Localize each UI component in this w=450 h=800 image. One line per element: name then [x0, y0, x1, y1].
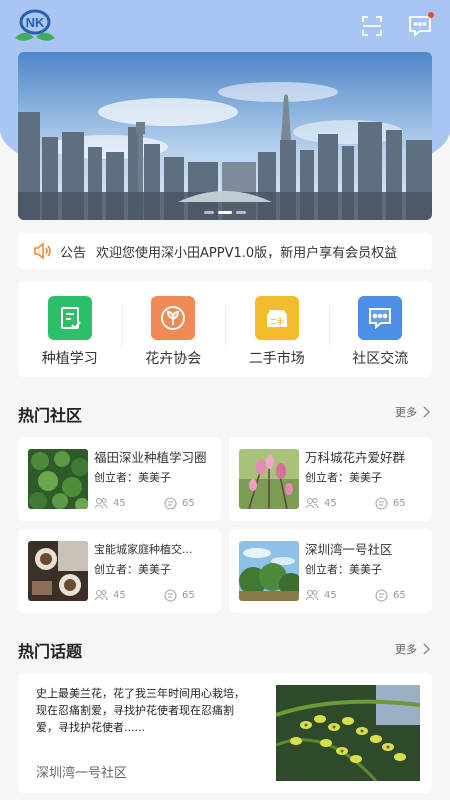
community-name: 福田深业种植学习圈: [94, 450, 207, 465]
community-name: 宝能城家庭种植交...: [94, 543, 193, 556]
community-thumbnail: [28, 541, 88, 601]
community-chat-icon: [358, 296, 403, 340]
members-stat: 45: [94, 589, 126, 601]
topic-card[interactable]: 史上最美兰花，花了我三年时间用心栽培， 现在忍痛割爱，寻找护花使者现在忍痛割 爱…: [18, 673, 432, 793]
more-label: 更多: [395, 406, 417, 419]
posts-stat: 65: [375, 497, 406, 510]
posts-stat: 65: [375, 589, 406, 602]
hot-communities-title: 热门社区: [18, 406, 83, 425]
city-skyline-image: [18, 52, 432, 220]
posts-count: 65: [393, 498, 406, 509]
community-thumbnail: [239, 541, 299, 601]
community-card[interactable]: 万科城花卉爱好群 创立者：美美子 45 65: [229, 437, 432, 521]
members-icon: [94, 589, 108, 601]
community-card[interactable]: 宝能城家庭种植交... 创立者：美美子 45 65: [18, 529, 221, 613]
community-thumbnail: [239, 449, 299, 509]
topic-text-line: 史上最美兰花，花了我三年时间用心栽培，: [36, 687, 245, 700]
community-name: 万科城花卉爱好群: [305, 450, 406, 465]
announcement-bar[interactable]: 公告 欢迎您使用深小田APPV1.0版，新用户享有会员权益: [18, 233, 432, 269]
announcement-label: 公告: [60, 245, 87, 261]
community-founder: 创立者：美美子: [94, 563, 171, 576]
posts-count: 65: [182, 590, 195, 601]
community-card[interactable]: 深圳湾一号社区 创立者：美美子 45 65: [229, 529, 432, 613]
members-count: 45: [113, 589, 126, 601]
members-count: 45: [324, 589, 337, 601]
flower-association-icon: [151, 296, 196, 340]
quick-nav-label: 二手市场: [248, 351, 305, 367]
members-stat: 45: [94, 497, 126, 509]
logo-text: NK: [26, 15, 45, 30]
topic-text: 史上最美兰花，花了我三年时间用心栽培， 现在忍痛割爱，寻找护花使者现在忍痛割 爱…: [36, 685, 258, 736]
members-stat: 45: [305, 497, 337, 509]
chevron-right-icon: [423, 406, 430, 418]
hot-topics-more[interactable]: 更多: [395, 641, 430, 657]
hot-topics-title: 热门话题: [18, 642, 83, 661]
message-badge: [428, 12, 434, 18]
community-founder: 创立者：美美子: [305, 563, 382, 576]
posts-icon: [164, 497, 177, 510]
posts-icon: [375, 589, 388, 602]
carousel-indicator: [18, 211, 432, 214]
scan-icon[interactable]: [360, 14, 384, 38]
posts-count: 65: [182, 498, 195, 509]
second-hand-badge-text: 二手: [270, 317, 284, 326]
posts-stat: 65: [164, 497, 195, 510]
quick-nav-label: 花卉协会: [145, 351, 202, 367]
community-founder: 创立者：美美子: [94, 471, 171, 484]
members-count: 45: [324, 497, 337, 509]
quick-nav-planting-study[interactable]: 种植学习: [18, 281, 122, 377]
chevron-right-icon: [423, 643, 430, 655]
quick-nav: 种植学习 花卉协会 二手 二手市场 社区交流: [18, 281, 432, 377]
more-label: 更多: [395, 643, 417, 656]
hot-communities-more[interactable]: 更多: [395, 404, 430, 420]
community-name: 深圳湾一号社区: [305, 542, 393, 557]
members-count: 45: [113, 497, 126, 509]
speaker-icon: [34, 242, 51, 260]
members-stat: 45: [305, 589, 337, 601]
quick-nav-label: 社区交流: [352, 351, 409, 367]
topic-image: [276, 685, 420, 781]
members-icon: [305, 589, 319, 601]
logo-icon[interactable]: NK: [12, 8, 58, 46]
second-hand-market-icon: 二手: [254, 296, 299, 340]
message-icon[interactable]: [408, 14, 432, 38]
members-icon: [305, 497, 319, 509]
quick-nav-label: 种植学习: [41, 351, 98, 367]
posts-icon: [164, 589, 177, 602]
app-header: NK: [0, 0, 450, 52]
quick-nav-community-chat[interactable]: 社区交流: [328, 281, 433, 377]
topic-text-line: 爱，寻找护花使者......: [36, 721, 145, 734]
carousel-dot[interactable]: [204, 211, 214, 214]
posts-icon: [375, 497, 388, 510]
posts-count: 65: [393, 590, 406, 601]
members-icon: [94, 497, 108, 509]
community-thumbnail: [28, 449, 88, 509]
posts-stat: 65: [164, 589, 195, 602]
topic-text-line: 现在忍痛割爱，寻找护花使者现在忍痛割: [36, 704, 234, 717]
carousel-dot-active[interactable]: [218, 211, 232, 214]
announcement-text: 欢迎您使用深小田APPV1.0版，新用户享有会员权益: [96, 245, 398, 261]
quick-nav-second-hand-market[interactable]: 二手 二手市场: [225, 281, 329, 377]
quick-nav-flower-association[interactable]: 花卉协会: [121, 281, 226, 377]
community-card[interactable]: 福田深业种植学习圈 创立者：美美子 45 65: [18, 437, 221, 521]
banner-carousel[interactable]: [18, 52, 432, 220]
carousel-dot[interactable]: [236, 211, 246, 214]
community-founder: 创立者：美美子: [305, 471, 382, 484]
topic-community: 深圳湾一号社区: [36, 766, 128, 781]
planting-study-icon: [47, 296, 92, 340]
